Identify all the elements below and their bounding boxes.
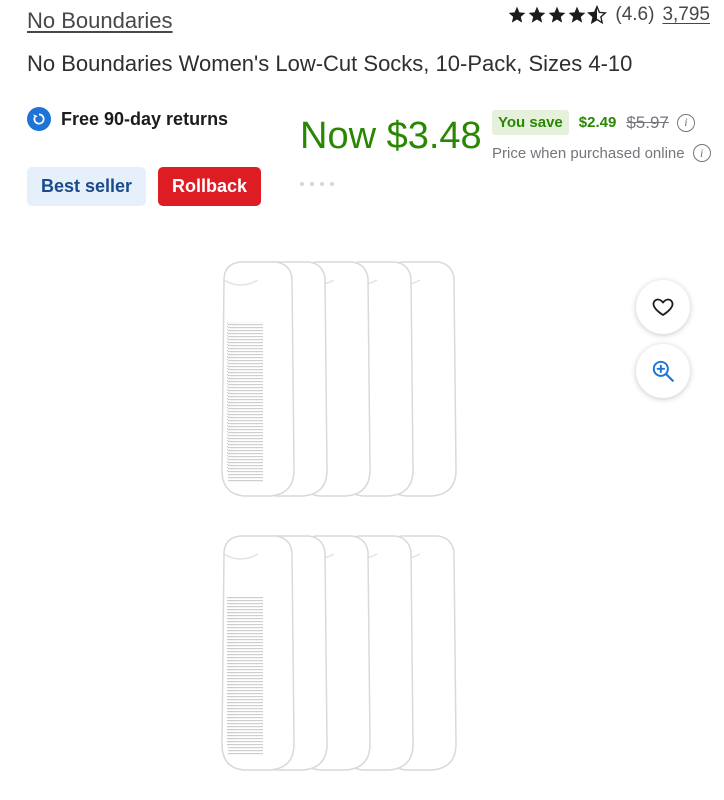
info-icon[interactable]: i xyxy=(692,144,711,162)
was-price: $5.97 xyxy=(626,112,669,132)
star-icon xyxy=(569,6,586,23)
info-icon[interactable]: i xyxy=(676,113,695,132)
review-count-link[interactable]: 3,795 xyxy=(662,4,710,26)
best-seller-badge: Best seller xyxy=(27,167,147,206)
returns-label: Free 90-day returns xyxy=(61,108,229,129)
rating-value: (4.6) xyxy=(615,4,655,25)
current-price: Now $3.48 xyxy=(300,115,482,157)
return-arrow-icon xyxy=(27,107,51,131)
sock-row-bottom xyxy=(221,535,457,771)
save-amount: $2.49 xyxy=(578,114,617,131)
you-save-chip: You save xyxy=(492,110,569,135)
heart-icon xyxy=(652,298,674,316)
free-returns[interactable]: Free 90-day returns xyxy=(27,107,228,131)
sock-row-top xyxy=(221,261,457,497)
zoom-in-icon xyxy=(652,360,674,382)
savings-row: You save $2.49 $5.97 i xyxy=(492,110,695,135)
price-note-text: Price when purchased online xyxy=(492,144,685,162)
image-carousel-dots xyxy=(300,182,334,186)
socks-product-image[interactable] xyxy=(200,240,530,790)
favorite-button[interactable] xyxy=(636,280,690,334)
star-icon xyxy=(529,6,546,23)
rating-summary[interactable]: (4.6) 3,795 xyxy=(507,4,710,26)
star-rating xyxy=(507,5,608,25)
star-icon xyxy=(509,6,526,23)
rollback-badge: Rollback xyxy=(158,167,262,206)
brand-link[interactable]: No Boundaries xyxy=(27,8,173,34)
price-note: Price when purchased online i xyxy=(492,144,711,162)
product-title: No Boundaries Women's Low-Cut Socks, 10-… xyxy=(27,51,633,76)
star-icon xyxy=(549,6,566,23)
half-star-icon xyxy=(587,5,608,25)
zoom-button[interactable] xyxy=(636,344,690,398)
